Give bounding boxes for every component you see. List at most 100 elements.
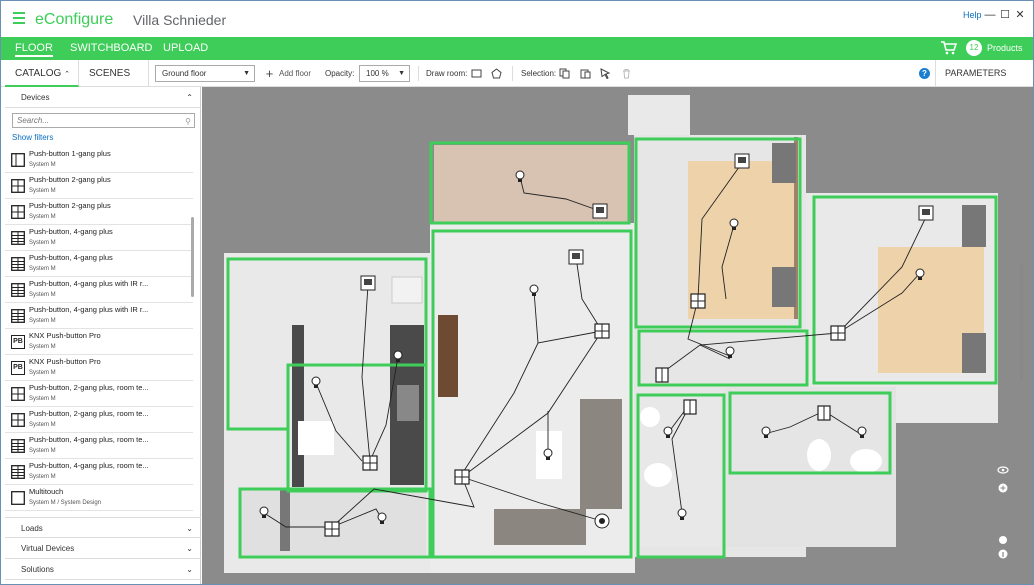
list-item[interactable]: Push-button 2-gang plus System M [5,199,193,225]
list-item[interactable]: Push-button, 4-gang plus, room te... Syst… [5,459,193,485]
device-system: System M [29,162,56,168]
solutions-section-title: Solutions [21,565,54,574]
list-item[interactable]: Push-button, 4-gang plus System M [5,251,193,277]
cart-icon[interactable] [941,41,957,55]
paste-icon[interactable] [580,68,591,79]
device-system: System M [29,396,56,402]
list-item[interactable]: PB KNX Push-button Pro System M [5,329,193,355]
chevron-down-icon: ▼ [243,70,250,77]
trash-icon[interactable] [621,68,632,79]
chevron-down-icon: ⌄ [186,544,193,553]
pointer-select-icon[interactable] [600,68,611,79]
list-item[interactable]: Push-button, 2-gang plus, room te... Syst… [5,381,193,407]
rectangle-room-icon[interactable] [471,68,482,79]
floor-select[interactable]: Ground floor ▼ [155,65,255,82]
device-name: Push-button, 4-gang plus, room te... [29,435,149,444]
device-system: System M [29,214,56,220]
draw-room-label: Draw room: [426,69,468,78]
search-placeholder: Search... [17,116,50,125]
device-system: System M [29,344,56,350]
chevron-up-icon: ⌃ [186,93,193,102]
virtual-devices-section-title: Virtual Devices [21,544,75,553]
device-name: Multitouch [29,487,64,496]
device-search-input[interactable]: Search... ⚲ [12,113,195,128]
toolbar: CATALOG ⌃ SCENES Ground floor ▼ + Add flo… [1,60,1033,87]
help-link[interactable]: Help [963,10,982,20]
minimize-button[interactable]: — [984,9,996,21]
zoom-reset-icon [999,536,1007,544]
virtual-devices-section-header[interactable]: Virtual Devices ⌄ [5,538,201,559]
device-system: System M [29,188,56,194]
solutions-section-header[interactable]: Solutions ⌄ [5,559,201,580]
device-system: System M [29,370,56,376]
list-item[interactable]: Push-button, 4-gang plus with IR r... Sys… [5,303,193,329]
device-name: Push-button, 4-gang plus, room te... [29,461,149,470]
show-filters-link[interactable]: Show filters [12,133,53,142]
chevron-down-icon: ▼ [398,70,405,77]
app-window: eConfigure Villa Schnieder Help — ☐ ✕ FL… [0,0,1034,585]
canvas-scrollbar[interactable] [1020,263,1023,381]
device-name: Push-button, 4-gang plus [29,227,113,236]
polygon-room-icon[interactable] [491,68,502,79]
list-item[interactable]: Push-button 1-gang plus System M [5,147,193,173]
list-item[interactable]: Push-button, 4-gang plus System M [5,225,193,251]
device-system: System M [29,448,56,454]
list-item[interactable]: Push-button, 2-gang plus, room te... Syst… [5,407,193,433]
floor-plan-canvas[interactable] [202,87,1033,584]
device-system: System M [29,266,56,272]
app-brand: eConfigure [35,11,114,28]
divider [418,66,419,81]
help-icon[interactable]: ? [919,68,930,79]
list-item[interactable]: PB KNX Push-button Pro System M [5,355,193,381]
device-system: System M [29,318,56,324]
loads-section-header[interactable]: Loads ⌄ [5,517,201,538]
cart-count-badge: 12 [966,40,982,56]
device-name: Push-button, 2-gang plus, room te... [29,383,149,392]
device-name: Push-button, 4-gang plus with IR r... [29,305,149,314]
add-floor-button[interactable]: Add floor [279,69,311,78]
knx-pushbutton-icon: PB [11,335,25,349]
list-item[interactable]: Push-button, 4-gang plus with IR r... Sys… [5,277,193,303]
devices-section-header[interactable]: Devices ⌃ [5,87,201,108]
device-list-scrollbar[interactable] [191,217,194,297]
device-name: Push-button 2-gang plus [29,175,111,184]
tab-catalog[interactable]: CATALOG ⌃ [5,60,79,87]
device-system: System M [29,474,56,480]
plus-icon[interactable]: + [264,67,275,80]
device-system: System M / System Design [29,500,102,506]
device-name: KNX Push-button Pro [29,331,101,340]
knx-pushbutton-icon: PB [11,361,25,375]
floor-select-value: Ground floor [162,69,207,78]
products-link[interactable]: Products [987,43,1023,53]
chevron-down-icon: ⌄ [186,565,193,574]
project-title: Villa Schnieder [133,12,227,28]
device-name: Push-button 2-gang plus [29,201,111,210]
catalog-sidebar: Devices ⌃ Search... ⚲ Show filters Push-bu… [5,87,201,584]
copy-icon[interactable] [559,68,570,79]
house-floor [224,95,998,573]
divider [512,66,513,81]
tab-scenes[interactable]: SCENES [79,60,149,87]
tab-upload[interactable]: UPLOAD [163,42,208,54]
hamburger-menu-icon[interactable] [13,12,25,24]
opacity-label: Opacity: [325,69,355,78]
device-system: System M [29,240,56,246]
canvas-controls[interactable] [997,466,1009,559]
opacity-select[interactable]: 100 % ▼ [359,65,410,82]
close-button[interactable]: ✕ [1014,9,1026,21]
device-name: Push-button 1-gang plus [29,149,111,158]
floor-plan[interactable] [202,87,1033,584]
title-bar: eConfigure Villa Schnieder Help — ☐ ✕ [1,1,1033,37]
device-name: KNX Push-button Pro [29,357,101,366]
maximize-button[interactable]: ☐ [999,9,1011,21]
chevron-up-icon: ⌃ [64,71,70,78]
list-item[interactable]: Push-button 2-gang plus System M [5,173,193,199]
list-item[interactable]: Multitouch System M / System Design [5,485,193,511]
tab-floor[interactable]: FLOOR [15,42,53,57]
tab-switchboard[interactable]: SWITCHBOARD [70,42,153,54]
selection-label: Selection: [521,69,557,78]
device-name: Push-button, 4-gang plus with IR r... [29,279,149,288]
opacity-value: 100 % [366,69,389,78]
list-item[interactable]: Push-button, 4-gang plus, room te... Syst… [5,433,193,459]
tab-parameters[interactable]: PARAMETERS [935,60,1033,87]
